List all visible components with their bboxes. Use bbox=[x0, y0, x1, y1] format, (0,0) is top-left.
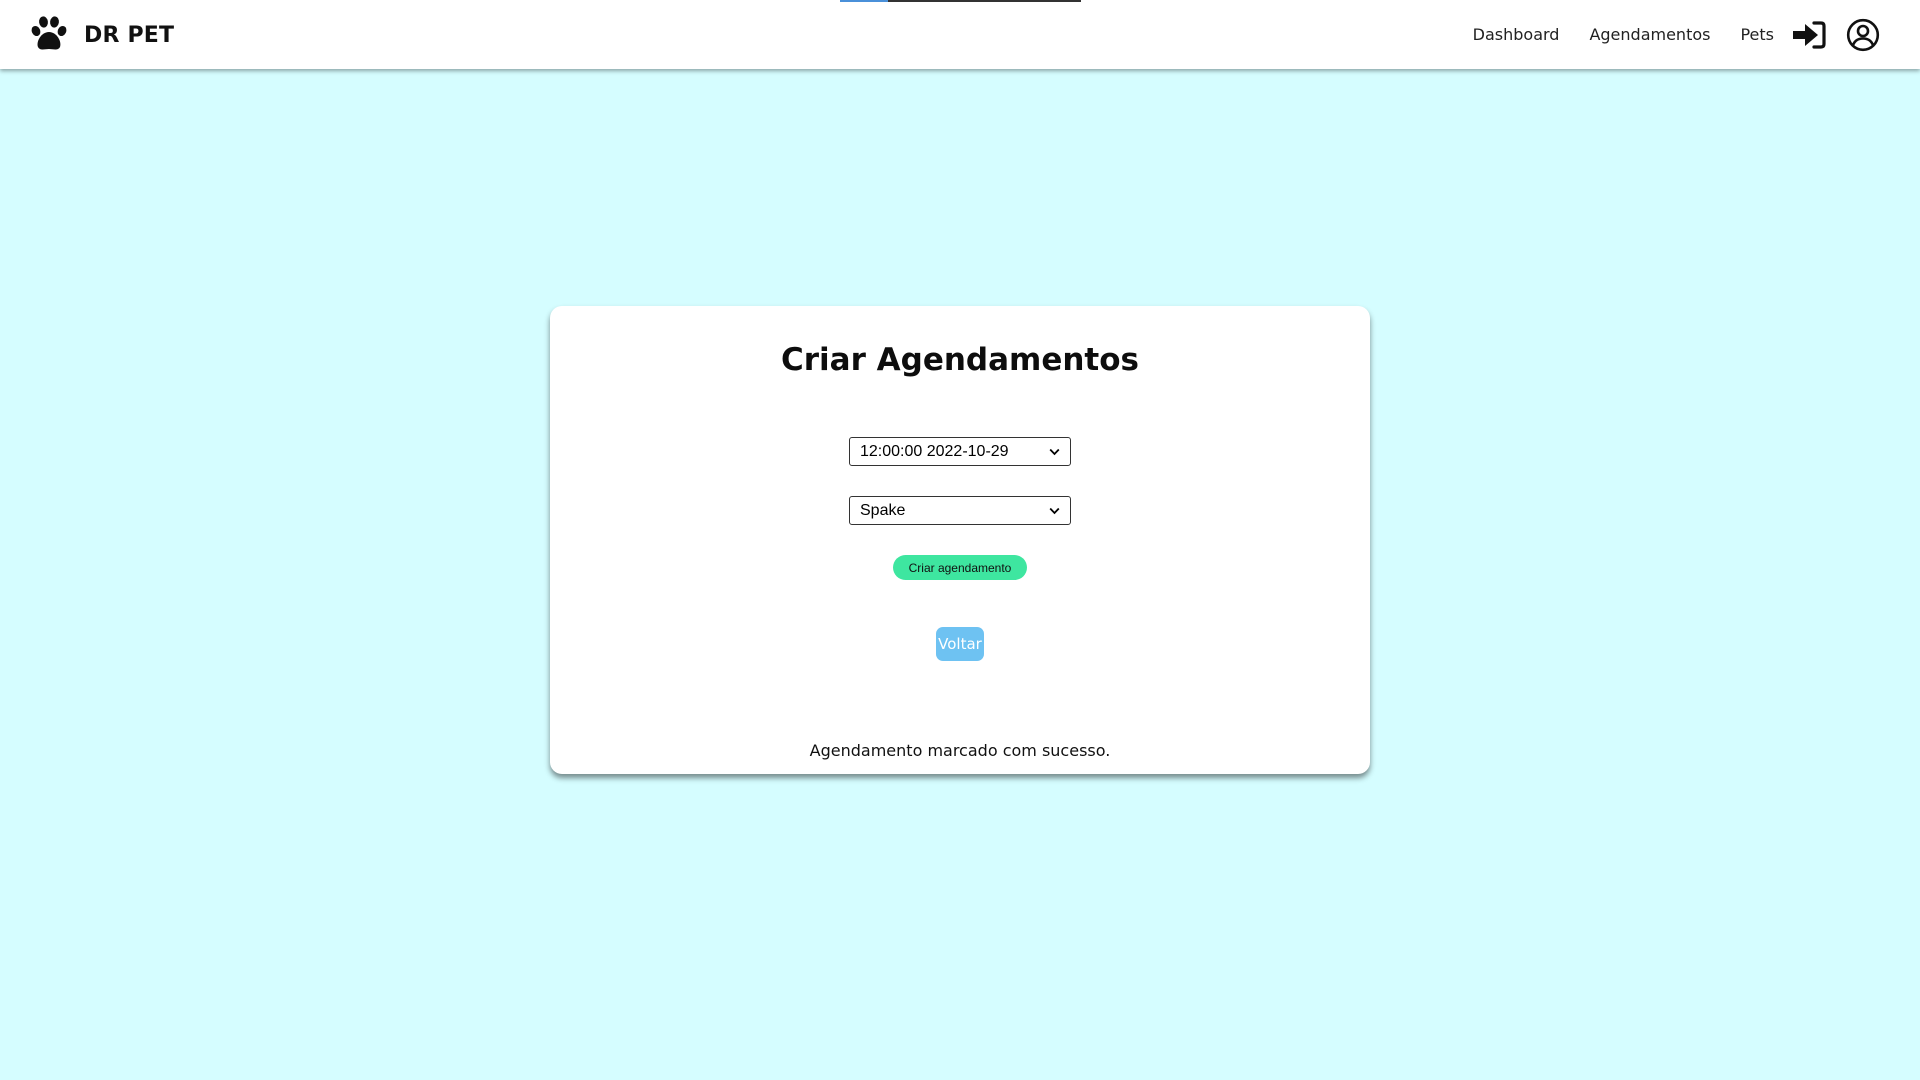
nav-link-pets[interactable]: Pets bbox=[1740, 25, 1774, 44]
nav-link-dashboard[interactable]: Dashboard bbox=[1473, 25, 1560, 44]
pet-select-value: Spake bbox=[860, 501, 906, 519]
back-button[interactable]: Voltar bbox=[936, 627, 984, 661]
paw-icon bbox=[31, 16, 67, 50]
sign-in-icon[interactable] bbox=[1792, 20, 1826, 50]
pet-select[interactable]: Spake bbox=[849, 496, 1071, 525]
user-circle-icon[interactable] bbox=[1846, 18, 1880, 52]
page-title: Criar Agendamentos bbox=[780, 342, 1139, 378]
chevron-down-icon bbox=[1049, 507, 1060, 514]
success-message: Agendamento marcado com sucesso. bbox=[809, 741, 1111, 760]
schedule-select-value: 12:00:00 2022-10-29 bbox=[860, 442, 1009, 460]
brand[interactable]: DR PET bbox=[28, 14, 174, 56]
create-appointment-button[interactable]: Criar agendamento bbox=[893, 555, 1027, 580]
brand-name: DR PET bbox=[84, 22, 175, 48]
nav-link-agendamentos[interactable]: Agendamentos bbox=[1589, 25, 1710, 44]
create-appointment-card: Criar Agendamentos 12:00:00 2022-10-29 S… bbox=[550, 306, 1370, 774]
main-nav: Dashboard Agendamentos Pets bbox=[1473, 0, 1920, 69]
top-navbar: DR PET Dashboard Agendamentos Pets bbox=[0, 0, 1920, 69]
page-loading-bar bbox=[840, 0, 1081, 2]
page-loading-bar-fill bbox=[840, 0, 889, 2]
schedule-select[interactable]: 12:00:00 2022-10-29 bbox=[849, 437, 1071, 466]
chevron-down-icon bbox=[1049, 448, 1060, 455]
